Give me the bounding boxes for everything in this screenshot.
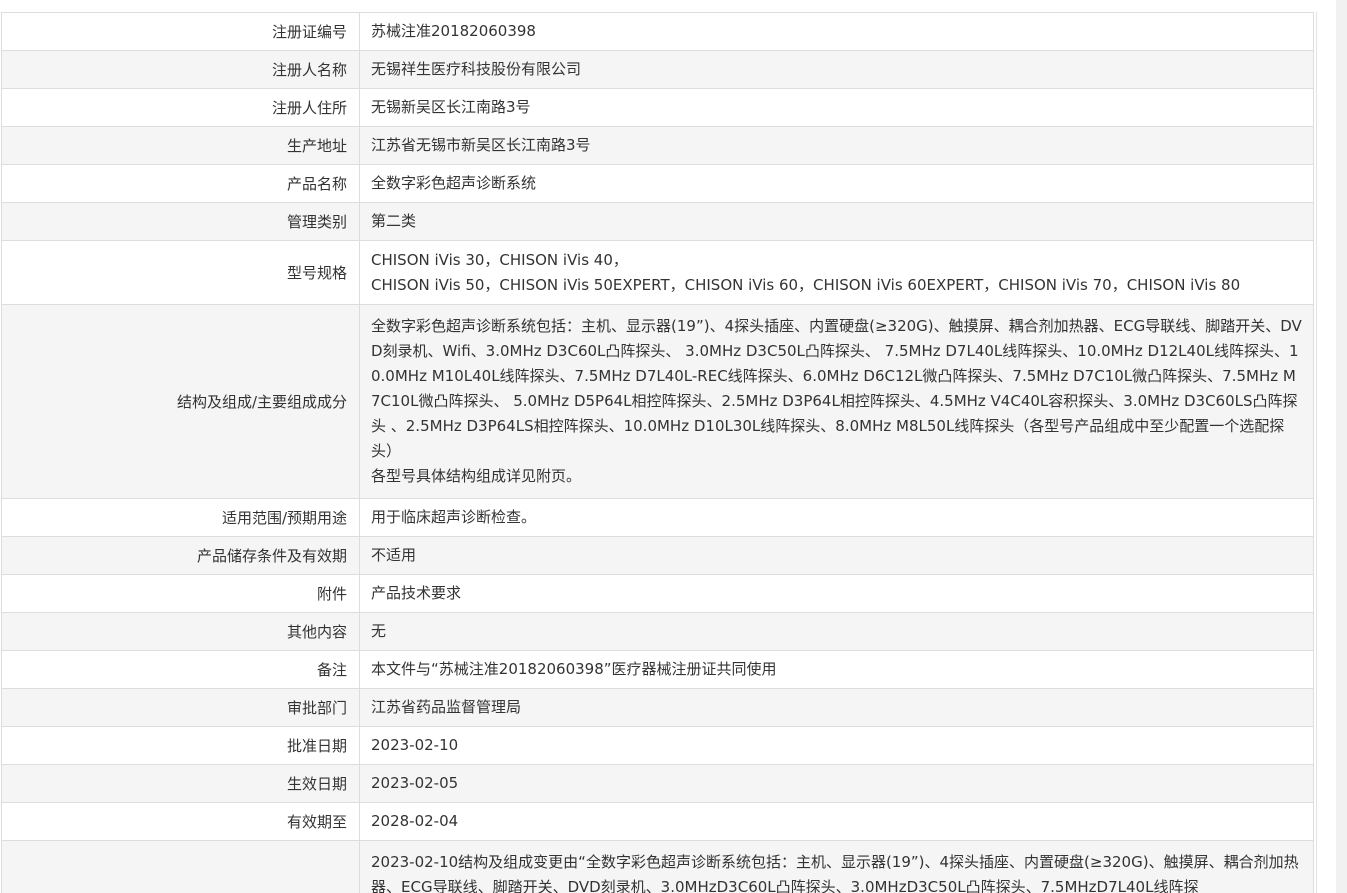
vertical-scrollbar-track[interactable] xyxy=(1336,0,1347,893)
value-line: 2028-02-04 xyxy=(371,812,459,830)
table-row-storage-validity: 产品储存条件及有效期 不适用 xyxy=(1,536,1314,575)
value-registrant-address[interactable]: 无锡新吴区长江南路3号 xyxy=(359,88,1314,127)
label-registration-number: 注册证编号 xyxy=(1,12,360,51)
label-attachment: 附件 xyxy=(1,574,360,613)
value-line: 第二类 xyxy=(371,212,417,230)
table-row-other-content: 其他内容 无 xyxy=(1,612,1314,651)
label-intended-use: 适用范围/预期用途 xyxy=(1,498,360,537)
label-model-spec: 型号规格 xyxy=(1,240,360,305)
table-row-product-name: 产品名称 全数字彩色超声诊断系统 xyxy=(1,164,1314,203)
label-production-address: 生产地址 xyxy=(1,126,360,165)
label-registrant-name: 注册人名称 xyxy=(1,50,360,89)
value-effective-date[interactable]: 2023-02-05 xyxy=(359,764,1314,803)
table-row-valid-until: 有效期至 2028-02-04 xyxy=(1,802,1314,841)
value-approval-date[interactable]: 2023-02-10 xyxy=(359,726,1314,765)
value-line: 2023-02-10 xyxy=(371,736,459,754)
value-line: CHISON iVis 50，CHISON iVis 50EXPERT，CHIS… xyxy=(371,275,1241,294)
value-line: 2023-02-05 xyxy=(371,774,459,792)
label-approval-department: 审批部门 xyxy=(1,688,360,727)
value-production-address[interactable]: 江苏省无锡市新吴区长江南路3号 xyxy=(359,126,1314,165)
value-line: 无锡新吴区长江南路3号 xyxy=(371,98,531,116)
value-line: 不适用 xyxy=(371,546,417,564)
table-row-structure-composition: 结构及组成/主要组成成分 全数字彩色超声诊断系统包括：主机、显示器(19”)、4… xyxy=(1,304,1314,499)
table-row-effective-date: 生效日期 2023-02-05 xyxy=(1,764,1314,803)
label-remarks: 备注 xyxy=(1,650,360,689)
table-row-registrant-address: 注册人住所 无锡新吴区长江南路3号 xyxy=(1,88,1314,127)
value-line: 本文件与“苏械注准20182060398”医疗器械注册证共同使用 xyxy=(371,660,777,678)
table-row-intended-use: 适用范围/预期用途 用于临床超声诊断检查。 xyxy=(1,498,1314,537)
registration-info-table-container: 注册证编号 苏械注准20182060398 注册人名称 无锡祥生医疗科技股份有限… xyxy=(1,12,1314,893)
registration-info-table: 注册证编号 苏械注准20182060398 注册人名称 无锡祥生医疗科技股份有限… xyxy=(1,12,1314,893)
label-effective-date: 生效日期 xyxy=(1,764,360,803)
label-approval-date: 批准日期 xyxy=(1,726,360,765)
label-storage-validity: 产品储存条件及有效期 xyxy=(1,536,360,575)
value-model-spec[interactable]: CHISON iVis 30，CHISON iVis 40， CHISON iV… xyxy=(359,240,1314,305)
value-intended-use[interactable]: 用于临床超声诊断检查。 xyxy=(359,498,1314,537)
label-valid-until: 有效期至 xyxy=(1,802,360,841)
value-registrant-name[interactable]: 无锡祥生医疗科技股份有限公司 xyxy=(359,50,1314,89)
value-other-content[interactable]: 无 xyxy=(359,612,1314,651)
table-row-model-spec: 型号规格 CHISON iVis 30，CHISON iVis 40， CHIS… xyxy=(1,240,1314,305)
table-row-production-address: 生产地址 江苏省无锡市新吴区长江南路3号 xyxy=(1,126,1314,165)
value-line: 无 xyxy=(371,622,387,640)
label-registrant-address: 注册人住所 xyxy=(1,88,360,127)
label-product-name: 产品名称 xyxy=(1,164,360,203)
value-approval-department[interactable]: 江苏省药品监督管理局 xyxy=(359,688,1314,727)
table-row-registrant-name: 注册人名称 无锡祥生医疗科技股份有限公司 xyxy=(1,50,1314,89)
table-row-change-history: 2023-02-10结构及组成变更由“全数字彩色超声诊断系统包括：主机、显示器(… xyxy=(1,840,1314,893)
value-attachment[interactable]: 产品技术要求 xyxy=(359,574,1314,613)
value-line: 江苏省无锡市新吴区长江南路3号 xyxy=(371,136,591,154)
label-other-content: 其他内容 xyxy=(1,612,360,651)
table-row-management-category: 管理类别 第二类 xyxy=(1,202,1314,241)
table-row-approval-date: 批准日期 2023-02-10 xyxy=(1,726,1314,765)
page: 注册证编号 苏械注准20182060398 注册人名称 无锡祥生医疗科技股份有限… xyxy=(0,0,1347,893)
value-registration-number[interactable]: 苏械注准20182060398 xyxy=(359,12,1314,51)
value-line: 江苏省药品监督管理局 xyxy=(371,698,522,716)
table-row-remarks: 备注 本文件与“苏械注准20182060398”医疗器械注册证共同使用 xyxy=(1,650,1314,689)
value-line: 2023-02-10结构及组成变更由“全数字彩色超声诊断系统包括：主机、显示器(… xyxy=(371,853,1299,893)
value-line: 用于临床超声诊断检查。 xyxy=(371,508,537,526)
value-management-category[interactable]: 第二类 xyxy=(359,202,1314,241)
table-row-registration-number: 注册证编号 苏械注准20182060398 xyxy=(1,12,1314,51)
value-line: CHISON iVis 30，CHISON iVis 40， xyxy=(371,250,628,269)
value-change-history[interactable]: 2023-02-10结构及组成变更由“全数字彩色超声诊断系统包括：主机、显示器(… xyxy=(359,840,1314,893)
table-row-approval-department: 审批部门 江苏省药品监督管理局 xyxy=(1,688,1314,727)
value-structure-composition[interactable]: 全数字彩色超声诊断系统包括：主机、显示器(19”)、4探头插座、内置硬盘(≥32… xyxy=(359,304,1314,499)
value-valid-until[interactable]: 2028-02-04 xyxy=(359,802,1314,841)
label-change-history xyxy=(1,840,360,893)
value-line: 全数字彩色超声诊断系统包括：主机、显示器(19”)、4探头插座、内置硬盘(≥32… xyxy=(371,317,1302,460)
value-line: 各型号具体结构组成详见附页。 xyxy=(371,467,582,485)
label-structure-composition: 结构及组成/主要组成成分 xyxy=(1,304,360,499)
value-line: 无锡祥生医疗科技股份有限公司 xyxy=(371,60,582,78)
table-row-attachment: 附件 产品技术要求 xyxy=(1,574,1314,613)
value-line: 产品技术要求 xyxy=(371,584,462,602)
value-storage-validity[interactable]: 不适用 xyxy=(359,536,1314,575)
value-line: 全数字彩色超声诊断系统 xyxy=(371,174,537,192)
value-product-name[interactable]: 全数字彩色超声诊断系统 xyxy=(359,164,1314,203)
value-remarks[interactable]: 本文件与“苏械注准20182060398”医疗器械注册证共同使用 xyxy=(359,650,1314,689)
label-management-category: 管理类别 xyxy=(1,202,360,241)
value-line: 苏械注准20182060398 xyxy=(371,22,536,40)
content-right-border xyxy=(1316,12,1317,893)
